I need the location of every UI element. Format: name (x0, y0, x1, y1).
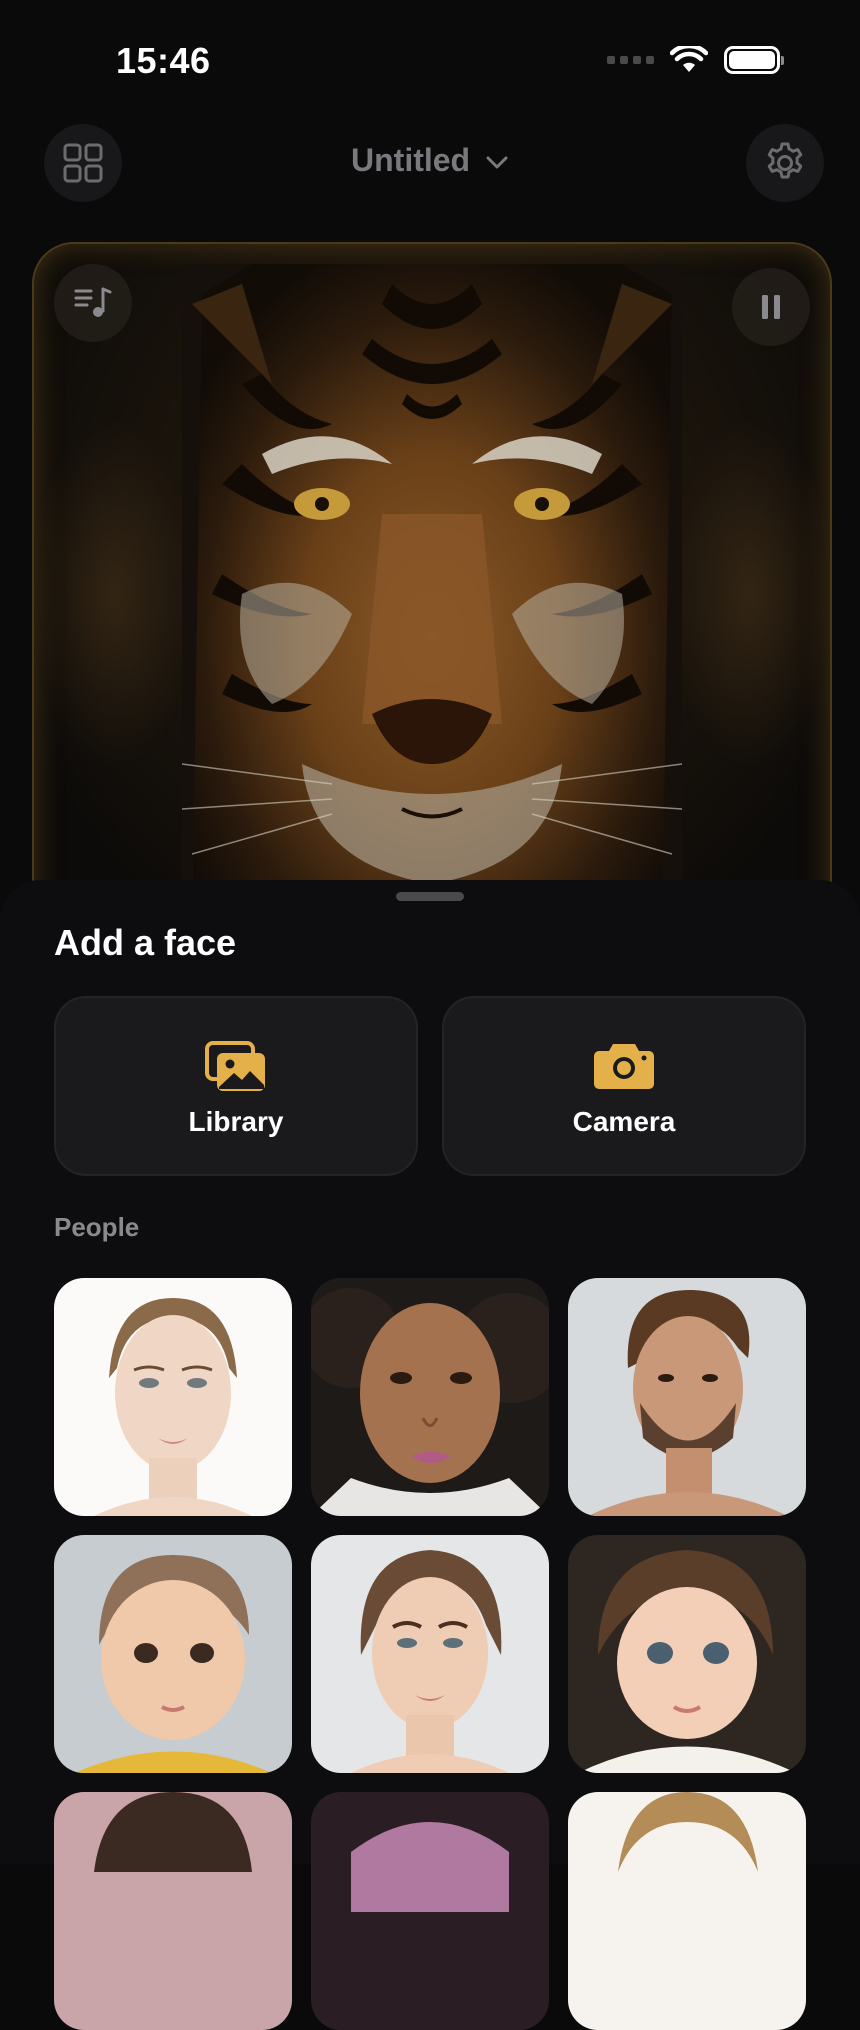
cellular-signal-icon (607, 56, 654, 64)
camera-icon (594, 1044, 654, 1089)
photo-library-icon (205, 1041, 265, 1091)
pause-button[interactable] (732, 268, 810, 346)
status-time: 15:46 (116, 40, 211, 81)
wifi-icon (670, 46, 708, 72)
person-thumbnail[interactable] (311, 1792, 549, 2030)
gear-icon (767, 142, 803, 179)
add-face-sheet: Add a face Library Camera People (0, 880, 860, 2030)
video-preview[interactable] (32, 242, 832, 946)
person-thumbnail[interactable] (311, 1278, 549, 1516)
top-bar: Untitled (0, 120, 860, 210)
camera-label: Camera (572, 1106, 676, 1137)
soundtrack-button[interactable] (54, 264, 132, 342)
person-thumbnail[interactable] (54, 1535, 292, 1773)
status-icons (607, 46, 784, 74)
battery-icon (724, 46, 784, 74)
chevron-down-icon (486, 156, 508, 169)
project-title-dropdown[interactable]: Untitled (0, 142, 860, 179)
library-label: Library (188, 1106, 284, 1137)
status-bar: 15:46 (0, 0, 860, 110)
settings-button[interactable] (746, 124, 824, 202)
person-thumbnail[interactable] (311, 1535, 549, 1773)
person-thumbnail[interactable] (54, 1278, 292, 1516)
sheet-grabber[interactable] (396, 892, 464, 901)
music-list-icon (74, 287, 112, 317)
library-button[interactable]: Library (54, 996, 418, 1176)
people-section-label: People (54, 1212, 140, 1242)
person-thumbnail[interactable] (54, 1792, 292, 2030)
pause-icon (762, 295, 780, 319)
project-title: Untitled (351, 142, 471, 178)
sheet-title: Add a face (54, 922, 237, 963)
person-thumbnail[interactable] (568, 1792, 806, 2030)
camera-button[interactable]: Camera (442, 996, 806, 1176)
person-thumbnail[interactable] (568, 1535, 806, 1773)
person-thumbnail[interactable] (568, 1278, 806, 1516)
tiger-image (182, 264, 682, 944)
